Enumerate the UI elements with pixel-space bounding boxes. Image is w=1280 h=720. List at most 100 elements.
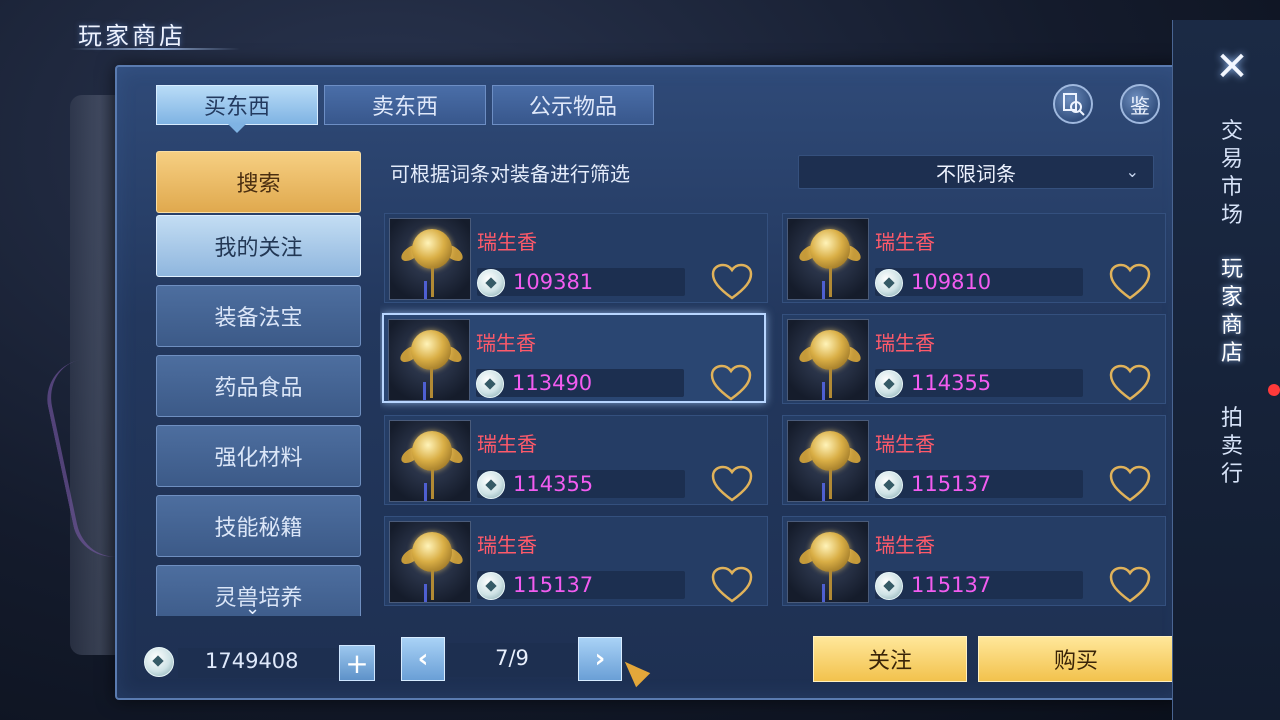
category-enhance-materials[interactable]: 强化材料 [156, 425, 361, 487]
close-icon[interactable]: ✕ [1208, 44, 1256, 90]
orb-tassel [424, 281, 427, 299]
coin-icon [875, 572, 903, 600]
item-price: 114355 [513, 472, 594, 496]
notification-dot [1268, 384, 1280, 396]
orb-stick [431, 267, 434, 297]
item-name: 瑞生香 [875, 533, 935, 557]
coin-icon [144, 647, 174, 677]
incense-orb-icon [810, 330, 850, 370]
wallet-amount: 1749408 [205, 649, 299, 673]
item-name: 瑞生香 [875, 331, 935, 355]
item-price: 109381 [513, 270, 594, 294]
item-thumbnail [388, 319, 470, 401]
item-card[interactable]: 瑞生香 115137 [782, 516, 1166, 606]
item-price: 115137 [513, 573, 594, 597]
heart-icon[interactable] [1108, 363, 1152, 403]
follow-button[interactable]: 关注 [813, 636, 967, 682]
coin-icon [875, 269, 903, 297]
orb-tassel [423, 382, 426, 400]
item-grid: 瑞生香 109381 瑞生香 109810 瑞生香 113490 瑞生香 114… [380, 210, 1170, 608]
filter-hint: 可根据词条对装备进行筛选 [390, 162, 630, 186]
item-thumbnail [787, 218, 869, 300]
coin-icon [476, 370, 504, 398]
item-card-selected[interactable]: 瑞生香 113490 [382, 313, 766, 403]
heart-icon[interactable] [710, 464, 754, 504]
orb-stick [829, 570, 832, 600]
item-card[interactable]: 瑞生香 114355 [782, 314, 1166, 404]
tab-public-items[interactable]: 公示物品 [492, 85, 654, 125]
buy-button[interactable]: 购买 [978, 636, 1174, 682]
category-my-follows[interactable]: 我的关注 [156, 215, 361, 277]
prev-page-button[interactable]: ‹ [401, 637, 445, 681]
item-name: 瑞生香 [476, 331, 536, 355]
coin-icon [477, 471, 505, 499]
page-title: 玩家商店 [78, 22, 186, 50]
title-underline [70, 48, 240, 50]
category-search[interactable]: 搜索 [156, 151, 361, 213]
chevron-down-icon: ⌄ [1125, 162, 1139, 181]
incense-orb-icon [412, 532, 452, 572]
item-name: 瑞生香 [477, 432, 537, 456]
orb-tassel [822, 382, 825, 400]
incense-orb-icon [412, 431, 452, 471]
orb-stick [431, 469, 434, 499]
appraise-button[interactable]: 鉴 [1120, 84, 1160, 124]
item-thumbnail [787, 319, 869, 401]
orb-stick [829, 368, 832, 398]
heart-icon[interactable] [710, 565, 754, 605]
item-thumbnail [389, 420, 471, 502]
item-card[interactable]: 瑞生香 109810 [782, 213, 1166, 303]
item-card[interactable]: 瑞生香 115137 [782, 415, 1166, 505]
category-list: 搜索 我的关注 装备法宝 药品食品 强化材料 技能秘籍 灵兽培养 [156, 148, 362, 616]
orb-tassel [822, 281, 825, 299]
coin-icon [875, 370, 903, 398]
incense-orb-icon [810, 532, 850, 572]
heart-icon[interactable] [1108, 565, 1152, 605]
item-card[interactable]: 瑞生香 115137 [384, 516, 768, 606]
item-price: 109810 [911, 270, 992, 294]
item-thumbnail [389, 218, 471, 300]
item-thumbnail [787, 420, 869, 502]
item-price: 115137 [911, 573, 992, 597]
category-skill-books[interactable]: 技能秘籍 [156, 495, 361, 557]
heart-icon[interactable] [709, 363, 753, 403]
magnifier-icon[interactable] [1053, 84, 1093, 124]
category-medicine-food[interactable]: 药品食品 [156, 355, 361, 417]
add-currency-button[interactable]: + [339, 645, 375, 681]
orb-tassel [424, 584, 427, 602]
item-thumbnail [389, 521, 471, 603]
item-name: 瑞生香 [875, 230, 935, 254]
coin-icon [875, 471, 903, 499]
coin-icon [477, 269, 505, 297]
item-price: 115137 [911, 472, 992, 496]
item-price: 114355 [911, 371, 992, 395]
side-nav-auction-house[interactable]: 拍卖行 [1214, 405, 1250, 489]
item-name: 瑞生香 [477, 533, 537, 557]
next-page-button[interactable]: › [578, 637, 622, 681]
side-nav-trade-market[interactable]: 交易市场 [1214, 118, 1250, 230]
incense-orb-icon [411, 330, 451, 370]
tab-sell[interactable]: 卖东西 [324, 85, 486, 125]
incense-orb-icon [810, 431, 850, 471]
heart-icon[interactable] [1108, 464, 1152, 504]
item-name: 瑞生香 [875, 432, 935, 456]
heart-icon[interactable] [1108, 262, 1152, 302]
incense-orb-icon [412, 229, 452, 269]
orb-tassel [822, 483, 825, 501]
orb-tassel [822, 584, 825, 602]
item-card[interactable]: 瑞生香 109381 [384, 213, 768, 303]
orb-stick [829, 267, 832, 297]
item-name: 瑞生香 [477, 230, 537, 254]
item-card[interactable]: 瑞生香 114355 [384, 415, 768, 505]
magnifier-icon-glyph [1063, 93, 1085, 116]
chevron-down-icon[interactable]: ⌄ [245, 598, 260, 619]
category-equipment[interactable]: 装备法宝 [156, 285, 361, 347]
item-price: 113490 [512, 371, 593, 395]
orb-stick [431, 570, 434, 600]
side-nav-player-shop[interactable]: 玩家商店 [1214, 256, 1250, 368]
tab-buy[interactable]: 买东西 [156, 85, 318, 133]
orb-stick [430, 368, 433, 398]
item-thumbnail [787, 521, 869, 603]
filter-dropdown[interactable]: 不限词条 ⌄ [798, 155, 1154, 189]
heart-icon[interactable] [710, 262, 754, 302]
